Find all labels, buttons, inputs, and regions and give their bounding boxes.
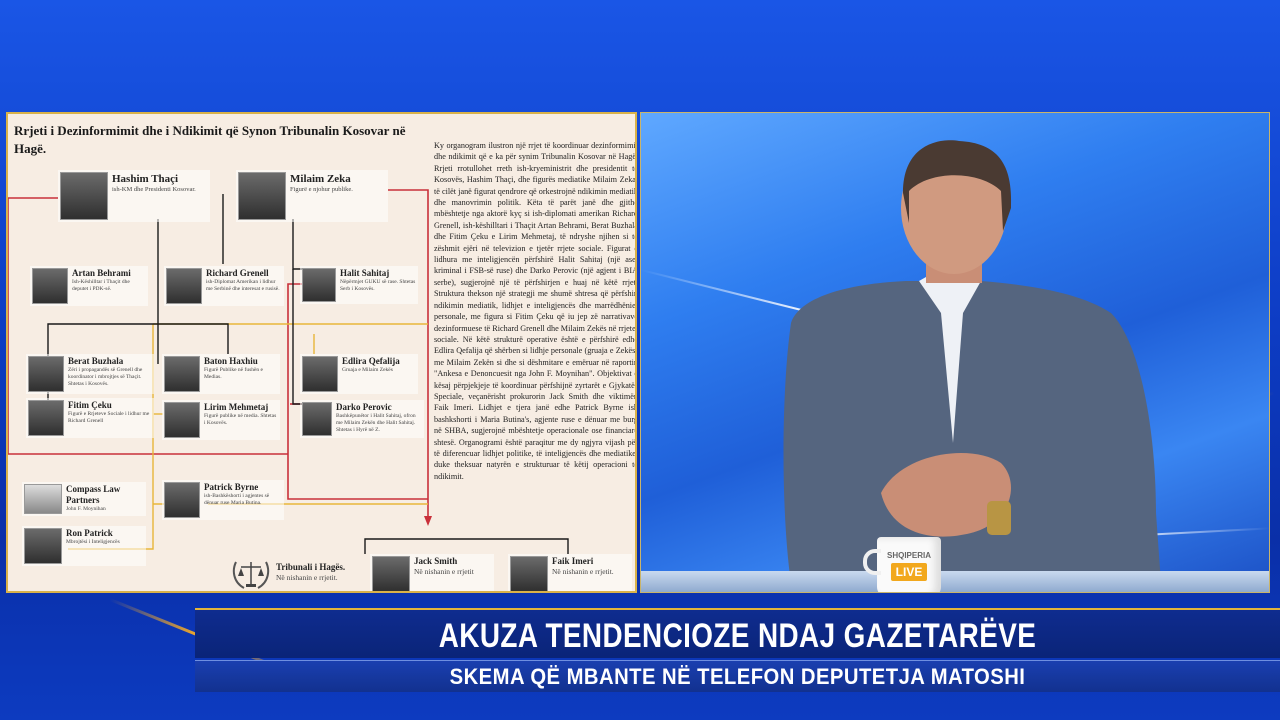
portrait-photo xyxy=(28,400,64,436)
node-name: Halit Sahitaj xyxy=(340,268,390,278)
mug-handle xyxy=(863,549,881,575)
node-name: Lirim Mehmetaj xyxy=(204,402,269,412)
node-baton-haxhiu: Baton Haxhiu Figurë Publike në fushën e M… xyxy=(162,354,280,394)
node-desc: Nëpërmjet GUKU së rase. Shtetas Serb i K… xyxy=(340,279,416,292)
organogram-document: Rrjeti i Dezinformimit dhe i Ndikimit që… xyxy=(6,112,637,593)
portrait-photo xyxy=(164,402,200,438)
portrait-photo xyxy=(302,402,332,436)
subheadline-bar: SKEMA QË MBANTE NË TELEFON DEPUTETJA MAT… xyxy=(195,660,1280,692)
node-lirim-mehmetaj: Lirim Mehmetaj Figurë publike në media. S… xyxy=(162,400,280,440)
portrait-photo xyxy=(166,268,202,304)
node-desc: ish-Bashkëshorti i agjentes së dënuar ru… xyxy=(204,493,270,506)
document-body-text: Ky organogram ilustron një rrjet të koor… xyxy=(434,141,637,481)
node-desc: Mbrojtësi i Inteligjencës xyxy=(66,539,120,545)
node-ron-patrick: Ron Patrick Mbrojtësi i Inteligjencës xyxy=(22,526,146,566)
portrait-photo xyxy=(164,356,200,392)
studio-desk xyxy=(641,571,1269,592)
node-fitim-ceku: Fitim Çeku Figurë e Rrjeteve Sociale i li… xyxy=(26,398,154,438)
node-desc: Figurë Publike në fushën e Medias. xyxy=(204,367,263,380)
logo-photo xyxy=(24,484,62,514)
node-desc: John F. Moynihan xyxy=(66,506,106,512)
node-milaim-zeka: Milaim Zeka Figurë e njohur publike. xyxy=(236,170,388,222)
node-name: Artan Behrami xyxy=(72,268,131,278)
node-name: Darko Perovic xyxy=(336,402,392,412)
portrait-photo xyxy=(302,356,338,392)
node-edlira-qefalija: Edlira Qefalija Gruaja e Milaim Zekës xyxy=(300,354,418,394)
node-artan-behrami: Artan Behrami Ish-Këshilltar i Thaçit dhe… xyxy=(30,266,148,306)
node-halit-sahitaj: Halit Sahitaj Nëpërmjet GUKU së rase. Sht… xyxy=(300,266,418,304)
portrait-photo xyxy=(302,268,336,302)
node-desc: ish-KM dhe Presidenti Kosovar. xyxy=(112,186,196,193)
node-darko-perovic: Darko Perovic Bashkëpunëtor i Halit Sahit… xyxy=(300,400,424,438)
node-desc: Ish-Këshilltar i Thaçit dhe deputet i PD… xyxy=(72,279,130,292)
node-desc: Bashkëpunëtor i Halit Sahitaj, ofron me … xyxy=(336,413,416,433)
node-desc: ish-Diplomat Amerikan i lidhur me Serbin… xyxy=(206,279,280,292)
headline-text: AKUZA TENDENCIOZE NDAJ GAZETARËVE xyxy=(438,617,1037,655)
portrait-photo xyxy=(60,172,108,220)
node-name: Milaim Zeka xyxy=(290,173,351,185)
node-name: Fitim Çeku xyxy=(68,400,112,410)
node-desc: Në nishanin e rrjetit. xyxy=(276,573,338,582)
portrait-photo xyxy=(238,172,286,220)
subheadline-text: SKEMA QË MBANTE NË TELEFON DEPUTETJA MAT… xyxy=(449,664,1026,689)
scales-of-justice-icon xyxy=(232,561,270,589)
portrait-photo xyxy=(164,482,200,518)
node-compass-law-partners: Compass Law Partners John F. Moynihan xyxy=(22,482,146,516)
arrow-down-icon xyxy=(424,516,432,526)
portrait-photo xyxy=(372,556,410,591)
node-name: Berat Buzhala xyxy=(68,356,124,366)
node-desc: Zëri i propagandës së Grenell dhe koordi… xyxy=(68,367,143,387)
node-tribunali-hages: Tribunali i Hagës. Në nishanin e rrjetit. xyxy=(274,560,370,584)
node-name: Hashim Thaçi xyxy=(112,173,179,185)
node-desc: Figurë e Rrjeteve Sociale i lidhur me Ri… xyxy=(68,411,150,424)
mug-logo-text: SHQIPERIA xyxy=(886,551,931,560)
node-patrick-byrne: Patrick Byrne ish-Bashkëshorti i agjentes… xyxy=(162,480,284,520)
node-name: Baton Haxhiu xyxy=(204,356,258,366)
node-name: Tribunali i Hagës. xyxy=(276,562,346,572)
portrait-photo xyxy=(28,356,64,392)
portrait-photo xyxy=(24,528,62,564)
portrait-photo xyxy=(32,268,68,304)
coffee-mug: SHQIPERIA LIVE xyxy=(863,537,941,592)
node-berat-buzhala: Berat Buzhala Zëri i propagandës së Grene… xyxy=(26,354,154,394)
node-hashim-thaci: Hashim Thaçi ish-KM dhe Presidenti Kosova… xyxy=(58,170,210,222)
node-name: Richard Grenell xyxy=(206,268,269,278)
live-badge: LIVE xyxy=(891,563,927,581)
node-desc: Figurë publike në media. Shtetas i Kosov… xyxy=(204,413,277,426)
node-richard-grenell: Richard Grenell ish-Diplomat Amerikan i l… xyxy=(164,266,284,306)
node-desc: Gruaja e Milaim Zekës xyxy=(342,367,393,373)
guest-figure xyxy=(783,140,1161,583)
node-name: Patrick Byrne xyxy=(204,482,259,492)
node-name: Compass Law Partners xyxy=(66,484,121,505)
node-name: Ron Patrick xyxy=(66,528,113,538)
lower-third: AKUZA TENDENCIOZE NDAJ GAZETARËVE SKEMA … xyxy=(195,608,1280,692)
headline-bar: AKUZA TENDENCIOZE NDAJ GAZETARËVE xyxy=(195,608,1280,658)
node-desc: Figurë e njohur publike. xyxy=(290,186,353,193)
node-name: Edlira Qefalija xyxy=(342,356,400,366)
studio-camera-view: SHQIPERIA LIVE xyxy=(640,112,1270,593)
